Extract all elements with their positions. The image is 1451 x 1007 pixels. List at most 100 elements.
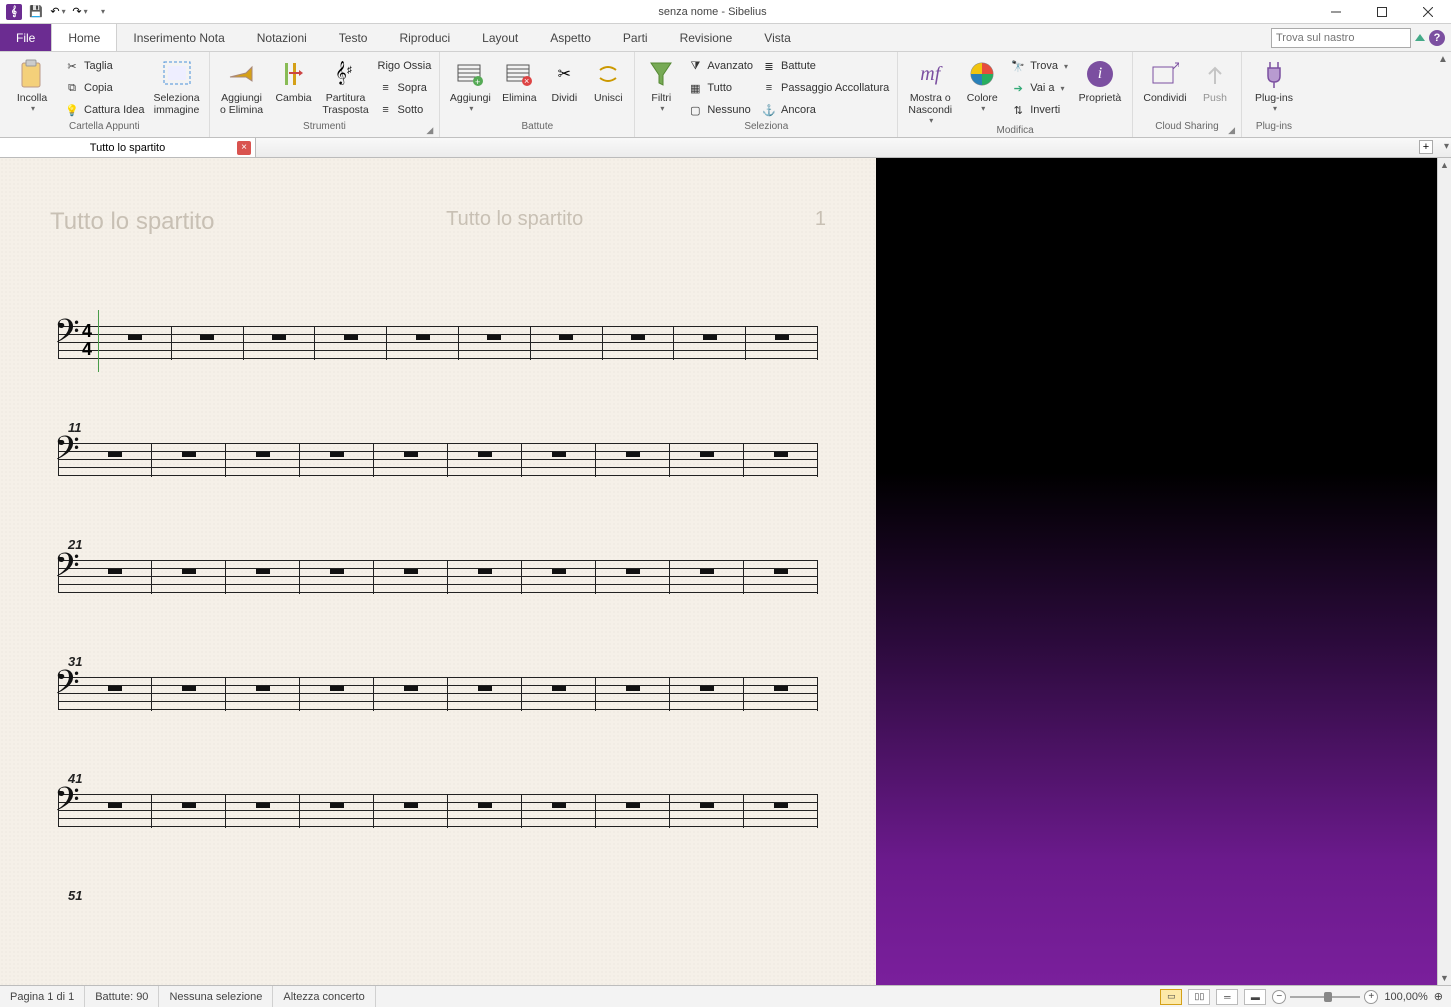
bar[interactable] bbox=[522, 560, 596, 594]
flip-button[interactable]: ⇅Inverti bbox=[1008, 100, 1070, 120]
staff-system[interactable]: 11𝄢 bbox=[50, 420, 826, 477]
bar[interactable] bbox=[226, 560, 300, 594]
collapse-ribbon-icon[interactable] bbox=[1415, 34, 1425, 41]
select-bars-button[interactable]: ≣Battute bbox=[759, 56, 891, 76]
help-icon[interactable]: ? bbox=[1429, 30, 1445, 46]
view-mode-panorama-button[interactable]: ▬ bbox=[1244, 989, 1266, 1005]
copy-button[interactable]: ⧉Copia bbox=[62, 78, 147, 98]
bar[interactable] bbox=[744, 677, 818, 711]
bar[interactable] bbox=[374, 560, 448, 594]
bar[interactable] bbox=[522, 794, 596, 828]
bar[interactable] bbox=[78, 677, 152, 711]
staff-system[interactable]: 𝄢44 bbox=[50, 324, 826, 360]
transposing-score-button[interactable]: 𝄞♯ Partitura Trasposta bbox=[320, 54, 372, 116]
cloud-launcher[interactable]: ◢ bbox=[1228, 125, 1235, 136]
bar[interactable] bbox=[670, 560, 744, 594]
bar[interactable] bbox=[100, 326, 172, 360]
goto-button[interactable]: ➔Vai a▾ bbox=[1008, 78, 1070, 98]
undo-button[interactable]: ↶▾ bbox=[48, 2, 68, 22]
select-none-button[interactable]: ▢Nessuno bbox=[685, 100, 755, 120]
save-button[interactable]: 💾 bbox=[26, 2, 46, 22]
ribbon-search-input[interactable] bbox=[1271, 28, 1411, 48]
bar[interactable] bbox=[152, 677, 226, 711]
bar[interactable] bbox=[172, 326, 244, 360]
maximize-button[interactable] bbox=[1359, 0, 1405, 24]
app-icon[interactable]: 𝄞 bbox=[4, 2, 24, 22]
qat-customize[interactable]: ▾ bbox=[92, 2, 112, 22]
ossia-above-button[interactable]: ≡Sopra bbox=[376, 78, 434, 98]
staff-system[interactable]: 31𝄢 bbox=[50, 654, 826, 711]
bar[interactable] bbox=[387, 326, 459, 360]
zoom-in-button[interactable]: + bbox=[1364, 990, 1378, 1004]
tab-review[interactable]: Revisione bbox=[664, 24, 749, 51]
ossia-below-button[interactable]: ≡Sotto bbox=[376, 100, 434, 120]
scroll-down-icon[interactable]: ▼ bbox=[1440, 971, 1449, 985]
bar[interactable] bbox=[300, 794, 374, 828]
share-button[interactable]: Condividi bbox=[1139, 54, 1191, 104]
bar[interactable] bbox=[746, 326, 818, 360]
instruments-launcher[interactable]: ◢ bbox=[426, 125, 433, 136]
doc-tab-menu-button[interactable]: ▾ bbox=[1444, 141, 1449, 152]
cut-button[interactable]: ✂Taglia bbox=[62, 56, 147, 76]
view-mode-spread-button[interactable]: ▯▯ bbox=[1188, 989, 1210, 1005]
tab-note-input[interactable]: Inserimento Nota bbox=[117, 24, 240, 51]
staff[interactable]: 𝄢 bbox=[58, 675, 818, 711]
bar[interactable] bbox=[300, 560, 374, 594]
bar[interactable] bbox=[300, 677, 374, 711]
inspector-button[interactable]: i Proprietà bbox=[1074, 54, 1126, 104]
zoom-slider[interactable] bbox=[1290, 996, 1360, 998]
tab-appearance[interactable]: Aspetto bbox=[534, 24, 607, 51]
find-button[interactable]: 🔭Trova▾ bbox=[1008, 56, 1070, 76]
push-button[interactable]: Push bbox=[1195, 54, 1235, 104]
graphic-select-button[interactable]: Seleziona immagine bbox=[151, 54, 203, 116]
select-more-button[interactable]: ⚓Ancora bbox=[759, 100, 891, 120]
tab-text[interactable]: Testo bbox=[323, 24, 384, 51]
bar[interactable] bbox=[315, 326, 387, 360]
collapse-ribbon-button[interactable]: ▲ bbox=[1438, 54, 1448, 65]
bar[interactable] bbox=[603, 326, 675, 360]
tab-notations[interactable]: Notazioni bbox=[241, 24, 323, 51]
plugins-button[interactable]: Plug-ins▾ bbox=[1248, 54, 1300, 113]
view-mode-page-button[interactable]: ▭ bbox=[1160, 989, 1182, 1005]
bar[interactable] bbox=[531, 326, 603, 360]
bar[interactable] bbox=[226, 443, 300, 477]
score-page[interactable]: Tutto lo spartito Tutto lo spartito 1 𝄢4… bbox=[0, 158, 876, 985]
redo-button[interactable]: ↷▾ bbox=[70, 2, 90, 22]
bar[interactable] bbox=[226, 677, 300, 711]
select-all-button[interactable]: ▦Tutto bbox=[685, 78, 755, 98]
vertical-scrollbar[interactable]: ▲ ▼ bbox=[1437, 158, 1451, 985]
tab-home[interactable]: Home bbox=[51, 24, 117, 51]
delete-bar-button[interactable]: × Elimina bbox=[498, 54, 540, 104]
bar[interactable] bbox=[522, 443, 596, 477]
bar[interactable] bbox=[300, 443, 374, 477]
staff[interactable]: 𝄢 bbox=[58, 792, 818, 828]
change-instrument-button[interactable]: Cambia bbox=[272, 54, 316, 104]
bar[interactable] bbox=[152, 443, 226, 477]
bar[interactable] bbox=[459, 326, 531, 360]
bar[interactable] bbox=[448, 560, 522, 594]
bar[interactable] bbox=[448, 794, 522, 828]
staff-system[interactable]: 21𝄢 bbox=[50, 537, 826, 594]
bar[interactable] bbox=[596, 677, 670, 711]
bar[interactable] bbox=[674, 326, 746, 360]
filters-button[interactable]: Filtri▾ bbox=[641, 54, 681, 113]
bar[interactable] bbox=[448, 677, 522, 711]
bar[interactable] bbox=[596, 794, 670, 828]
bar[interactable] bbox=[226, 794, 300, 828]
close-doc-tab-button[interactable]: × bbox=[237, 141, 251, 155]
split-bar-button[interactable]: ✂ Dividi bbox=[544, 54, 584, 104]
tab-play[interactable]: Riproduci bbox=[383, 24, 466, 51]
ossia-staff-button[interactable]: Rigo Ossia bbox=[376, 56, 434, 76]
bar[interactable] bbox=[670, 677, 744, 711]
zoom-out-button[interactable]: − bbox=[1272, 990, 1286, 1004]
bar[interactable] bbox=[522, 677, 596, 711]
scroll-up-icon[interactable]: ▲ bbox=[1440, 158, 1449, 172]
bar[interactable] bbox=[374, 677, 448, 711]
tab-layout[interactable]: Layout bbox=[466, 24, 534, 51]
bar[interactable] bbox=[596, 443, 670, 477]
bar[interactable] bbox=[78, 560, 152, 594]
bar[interactable] bbox=[744, 560, 818, 594]
bar[interactable] bbox=[152, 794, 226, 828]
bar[interactable] bbox=[670, 794, 744, 828]
system-passage-button[interactable]: ≡Passaggio Accollatura bbox=[759, 78, 891, 98]
